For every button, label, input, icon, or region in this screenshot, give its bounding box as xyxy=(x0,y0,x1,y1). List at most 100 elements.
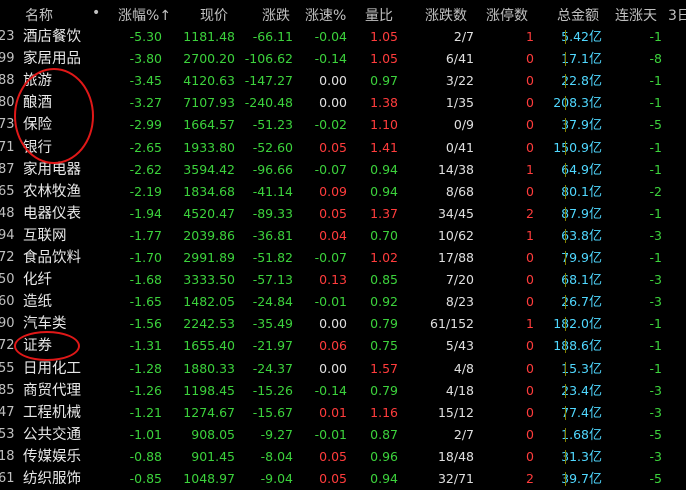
row-pct: -2.65 xyxy=(129,139,162,155)
col-contdays-header[interactable]: 连涨天 xyxy=(615,5,657,25)
col-speed-header[interactable]: 涨速% xyxy=(305,5,346,25)
row-limitup: 0 xyxy=(526,139,534,155)
col-change-header[interactable]: 涨跌 xyxy=(262,5,290,25)
table-row[interactable]: 88 旅游 -3.45 4120.63 -147.27 0.00 0.97 3/22 0 -1 22… xyxy=(0,70,686,92)
row-speed: 0.13 xyxy=(319,272,347,288)
row-name: 造纸 xyxy=(23,294,52,311)
row-price: 2242.53 xyxy=(183,316,235,332)
row-amount: 1.68亿 xyxy=(561,427,602,444)
table-row[interactable]: 65 农林牧渔 -2.19 1834.68 -41.14 0.09 0.94 8/68 0 -2 8… xyxy=(0,181,686,203)
row-amount-value: 182.0 xyxy=(553,316,589,332)
table-row[interactable]: 47 工程机械 -1.21 1274.67 -15.67 0.01 1.16 15/12 0 -3… xyxy=(0,402,686,424)
col-volratio-header[interactable]: 量比 xyxy=(365,5,393,25)
column-divider xyxy=(565,472,566,486)
red-annotation-ellipse xyxy=(14,68,94,164)
table-row[interactable]: 18 传媒娱乐 -0.88 901.45 -8.04 0.05 0.96 18/48 0 -3 31… xyxy=(0,446,686,468)
col-price-header[interactable]: 现价 xyxy=(200,5,228,25)
row-contdays: -1 xyxy=(649,316,662,332)
column-divider xyxy=(565,449,566,464)
row-volratio: 0.75 xyxy=(370,338,398,354)
row-speed: -0.14 xyxy=(314,51,347,67)
row-contdays: -3 xyxy=(649,404,662,420)
row-amount: 5.42亿 xyxy=(561,29,602,46)
table-row[interactable]: 53 公共交通 -1.01 908.05 -9.27 -0.01 0.87 2/7 0 -5 1.6… xyxy=(0,424,686,446)
row-speed: 0.00 xyxy=(319,316,347,332)
row-limitup: 1 xyxy=(526,161,534,177)
row-change: -66.11 xyxy=(252,29,293,44)
table-row[interactable]: 94 互联网 -1.77 2039.86 -36.81 0.04 0.70 10/62 1 -3 6… xyxy=(0,225,686,247)
table-row[interactable]: 55 日用化工 -1.28 1880.33 -24.37 0.00 1.57 4/8 0 -1 15… xyxy=(0,358,686,380)
table-row[interactable]: 73 保险 -2.99 1664.57 -51.23 -0.02 1.10 0/9 0 -5 37.… xyxy=(0,114,686,136)
row-pct: -1.77 xyxy=(129,227,162,243)
row-amount-value: 208.3 xyxy=(553,95,589,111)
row-amount-unit: 亿 xyxy=(588,30,602,45)
row-speed: 0.05 xyxy=(319,471,347,486)
row-amount-unit: 亿 xyxy=(588,317,602,333)
table-row[interactable]: 23 酒店餐饮 -5.30 1181.48 -66.11 -0.04 1.05 2/7 1 -1 5… xyxy=(0,26,686,48)
row-speed: -0.07 xyxy=(314,161,347,177)
table-row[interactable]: 71 银行 -2.65 1933.80 -52.60 0.05 1.41 0/41 0 -1 150… xyxy=(0,137,686,159)
row-amount: 80.1亿 xyxy=(561,184,602,201)
column-divider xyxy=(565,405,566,420)
row-updown: 32/71 xyxy=(437,471,474,486)
row-updown: 18/48 xyxy=(437,448,474,464)
table-row[interactable]: 90 汽车类 -1.56 2242.53 -35.49 0.00 0.79 61/152 1 -1… xyxy=(0,313,686,335)
table-row[interactable]: 80 酿酒 -3.27 7107.93 -240.48 0.00 1.38 1/35 0 -1 20… xyxy=(0,92,686,114)
row-change: -9.04 xyxy=(260,471,293,486)
row-updown: 10/62 xyxy=(437,227,474,243)
col-updown-header[interactable]: 涨跌数 xyxy=(425,5,467,25)
row-speed: 0.01 xyxy=(319,404,347,420)
row-limitup: 0 xyxy=(526,448,534,464)
col-pct-label: 涨幅% xyxy=(118,8,160,24)
col-limitup-header[interactable]: 涨停数 xyxy=(486,5,528,25)
row-code: 61 xyxy=(0,471,15,486)
row-updown: 14/38 xyxy=(437,161,474,177)
table-row[interactable]: 72 证券 -1.31 1655.40 -21.97 0.06 0.75 5/43 0 -1 188… xyxy=(0,335,686,357)
column-divider xyxy=(565,74,566,89)
row-amount-unit: 亿 xyxy=(588,472,602,487)
row-limitup: 1 xyxy=(526,316,534,332)
table-row[interactable]: 50 化纤 -1.68 3333.50 -57.13 0.13 0.85 7/20 0 -3 68.… xyxy=(0,269,686,291)
row-amount-unit: 亿 xyxy=(588,449,602,465)
row-code: 55 xyxy=(0,360,15,376)
row-amount-unit: 亿 xyxy=(588,273,602,289)
row-price: 2991.89 xyxy=(183,250,235,265)
row-price: 1482.05 xyxy=(183,294,235,310)
row-pct: -5.30 xyxy=(129,29,162,44)
row-updown: 3/22 xyxy=(445,73,474,89)
row-speed: -0.07 xyxy=(314,250,347,265)
row-change: -15.67 xyxy=(252,404,293,420)
row-change: -41.14 xyxy=(252,183,293,199)
row-contdays: -1 xyxy=(649,360,662,376)
row-speed: -0.14 xyxy=(314,382,347,398)
table-row[interactable]: 60 造纸 -1.65 1482.05 -24.84 -0.01 0.92 8/23 0 -3 26… xyxy=(0,291,686,313)
row-amount: 26.7亿 xyxy=(561,294,602,311)
row-contdays: -3 xyxy=(649,448,662,464)
table-row[interactable]: 99 家居用品 -3.80 2700.20 -106.62 -0.14 1.05 6/41 0 -… xyxy=(0,48,686,70)
row-speed: 0.00 xyxy=(319,95,347,111)
col-name-header[interactable]: 名称 xyxy=(25,5,53,25)
col-3day-header[interactable]: 3日 xyxy=(668,5,686,25)
row-pct: -2.19 xyxy=(129,183,162,199)
row-pct: -1.65 xyxy=(129,294,162,310)
col-pct-header[interactable]: 涨幅%↑ xyxy=(118,5,171,25)
table-row[interactable]: 48 电器仪表 -1.94 4520.47 -89.33 0.05 1.37 34/45 2 -1… xyxy=(0,203,686,225)
row-change: -36.81 xyxy=(252,227,293,243)
row-price: 908.05 xyxy=(191,426,235,442)
table-row[interactable]: 61 纺织服饰 -0.85 1048.97 -9.04 0.05 0.94 32/71 2 -5 3… xyxy=(0,468,686,490)
row-amount: 208.3亿 xyxy=(553,95,602,112)
row-volratio: 0.94 xyxy=(370,183,398,199)
table-row[interactable]: 87 家用电器 -2.62 3594.42 -96.66 -0.07 0.94 14/38 1-… xyxy=(0,159,686,181)
row-contdays: -2 xyxy=(649,183,662,199)
col-amount-header[interactable]: 总金额 xyxy=(557,5,599,25)
row-price: 4520.47 xyxy=(183,205,235,221)
row-updown: 15/12 xyxy=(437,404,474,420)
row-updown: 8/68 xyxy=(445,183,474,199)
table-row[interactable]: 72 食品饮料 -1.70 2991.89 -51.82 -0.07 1.02 17/88 0 -… xyxy=(0,247,686,269)
row-updown: 8/23 xyxy=(445,294,474,310)
row-change: -240.48 xyxy=(244,95,293,111)
row-name: 纺织服饰 xyxy=(23,471,81,487)
table-row[interactable]: 85 商贸代理 -1.26 1198.45 -15.26 -0.14 0.79 4/18 0 -3… xyxy=(0,380,686,402)
row-pct: -1.01 xyxy=(129,426,162,442)
column-divider xyxy=(565,273,566,288)
